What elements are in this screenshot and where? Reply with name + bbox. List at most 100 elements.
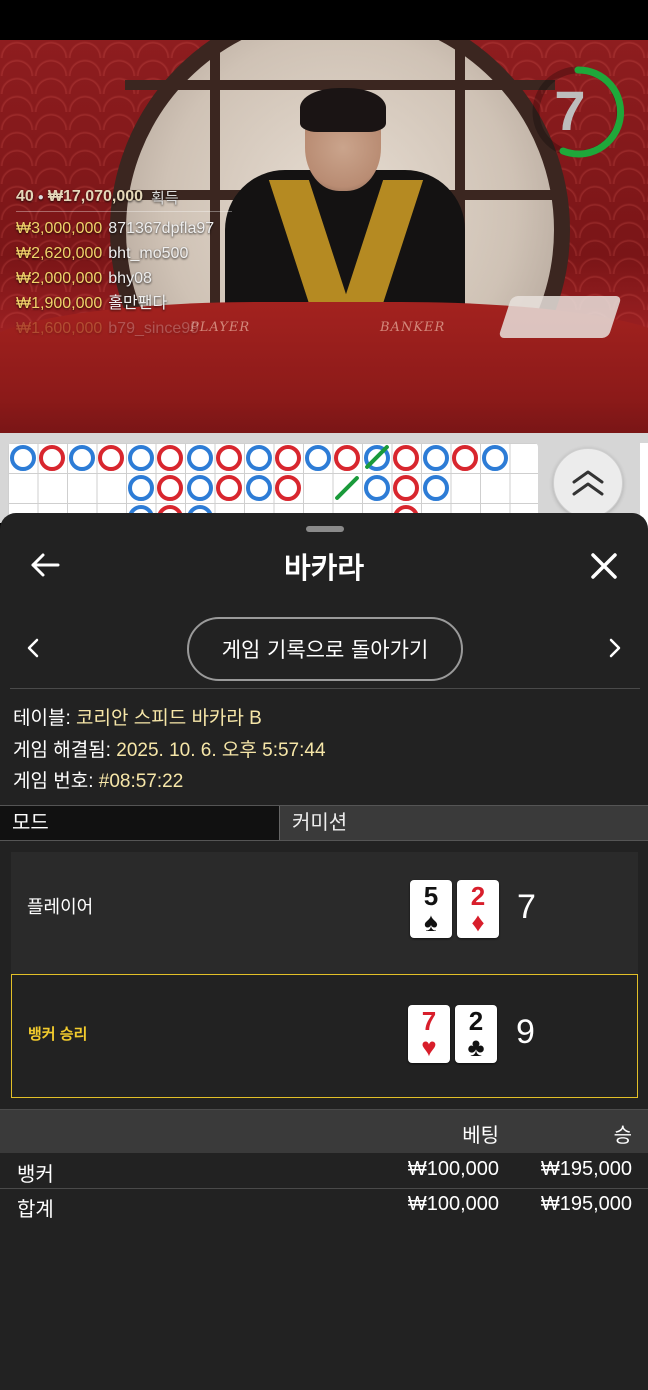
card-rank: 2 xyxy=(468,1006,484,1036)
chevron-right-icon xyxy=(609,638,621,658)
bead-banker xyxy=(275,475,301,501)
info-resolved-value: 2025. 10. 6. 오후 5:57:44 xyxy=(116,740,326,761)
spade-icon: ♠ xyxy=(424,907,438,937)
banker-hand: 뱅커 승리 7 ♥ 2 ♣ 9 xyxy=(11,974,638,1098)
card-rank: 2 xyxy=(470,881,486,911)
status-bar xyxy=(0,0,648,40)
winner-row: ₩1,900,000 홀만팬다 xyxy=(16,291,232,316)
next-game-button[interactable] xyxy=(602,633,628,663)
info-resolved-label: 게임 해결됨: xyxy=(13,740,111,761)
bead-player xyxy=(128,445,154,471)
bet-row-name: 뱅커 xyxy=(17,1164,54,1186)
scroll-up-button[interactable] xyxy=(553,448,623,518)
bead-banker xyxy=(216,475,242,501)
winner-row: ₩2,000,000 bhy08 xyxy=(16,266,232,291)
winners-total: ₩17,070,000 xyxy=(47,188,144,205)
card-shoe xyxy=(498,296,622,338)
playing-card: 7 ♥ xyxy=(408,1005,450,1063)
close-button[interactable] xyxy=(583,545,625,587)
bead-player xyxy=(246,445,272,471)
bead-player xyxy=(10,445,36,471)
previous-game-button[interactable] xyxy=(20,633,46,663)
sheet-title: 바카라 xyxy=(283,551,365,585)
bead-banker xyxy=(98,445,124,471)
winners-divider xyxy=(16,211,232,212)
bead-player xyxy=(187,445,213,471)
winners-overlay: 40 ● ₩17,070,000 획득 ₩3,000,000 871367dpfl… xyxy=(16,186,232,341)
winner-amount: ₩1,900,000 xyxy=(16,295,103,312)
card-rank: 5 xyxy=(423,881,439,911)
playing-card: 2 ♣ xyxy=(455,1005,497,1063)
playing-card: 5 ♠ xyxy=(410,880,452,938)
info-game-number: 게임 번호: #08:57:22 xyxy=(13,766,183,793)
bead-banker xyxy=(393,475,419,501)
tab-mode[interactable]: 모드 xyxy=(0,806,280,840)
info-table-label: 테이블: xyxy=(13,708,71,729)
winner-row: ₩3,000,000 871367dpfla97 xyxy=(16,216,232,241)
bet-row: 뱅커 ₩100,000 ₩195,000 xyxy=(0,1154,648,1188)
dealer-hair xyxy=(300,88,386,132)
info-table-value: 코리안 스피드 바카라 B xyxy=(76,708,262,729)
bets-header: 베팅 승 xyxy=(0,1109,648,1153)
winner-amount: ₩1,600,000 xyxy=(16,320,103,337)
bead-banker xyxy=(157,445,183,471)
winner-name: b79_since99 xyxy=(108,320,200,337)
bead-player xyxy=(69,445,95,471)
bet-total-bet: ₩100,000 xyxy=(407,1193,499,1215)
bead-player xyxy=(305,445,331,471)
bead-player xyxy=(423,475,449,501)
bet-row-win: ₩195,000 xyxy=(540,1158,632,1180)
sheet-drag-handle[interactable] xyxy=(306,526,344,532)
person-icon: ● xyxy=(37,191,44,203)
table-banker-label: BANKER xyxy=(380,320,446,335)
countdown-timer-value: 7 xyxy=(554,79,586,142)
bead-player xyxy=(128,475,154,501)
player-total: 7 xyxy=(517,888,536,926)
close-icon xyxy=(591,553,617,579)
info-game-number-label: 게임 번호: xyxy=(13,771,94,792)
bead-banker xyxy=(39,445,65,471)
bets-col-win: 승 xyxy=(613,1123,632,1147)
chevron-left-icon xyxy=(27,638,39,658)
winner-name: bht_mo500 xyxy=(108,245,189,262)
bet-row-bet: ₩100,000 xyxy=(407,1158,499,1180)
info-game-number-value: #08:57:22 xyxy=(98,771,184,792)
bet-total-row: 합계 ₩100,000 ₩195,000 xyxy=(0,1189,648,1223)
road-map xyxy=(0,433,648,543)
info-table: 테이블: 코리안 스피드 바카라 B xyxy=(13,703,262,730)
game-detail-sheet: 바카라 게임 기록으로 돌아가기 테이블: 코리안 스피드 바카라 B 게임 해… xyxy=(0,513,648,1390)
tab-commission[interactable]: 커미션 xyxy=(280,806,648,840)
bead-player xyxy=(423,445,449,471)
bead-banker xyxy=(452,445,478,471)
winner-row: ₩2,620,000 bht_mo500 xyxy=(16,241,232,266)
bead-banker xyxy=(157,475,183,501)
winner-amount: ₩2,000,000 xyxy=(16,270,103,287)
playing-card: 2 ♦ xyxy=(457,880,499,938)
double-chevron-up-icon xyxy=(572,470,604,496)
bead-player xyxy=(482,445,508,471)
winners-total-suffix: 획득 xyxy=(151,189,179,207)
bead-player xyxy=(246,475,272,501)
bead-player xyxy=(364,475,390,501)
detail-tabs: 모드 커미션 xyxy=(0,805,648,841)
tie-marker xyxy=(334,475,360,501)
winner-name: bhy08 xyxy=(108,270,152,287)
bet-total-name: 합계 xyxy=(17,1199,54,1221)
bead-banker xyxy=(393,445,419,471)
winners-summary: 40 ● ₩17,070,000 획득 xyxy=(16,186,232,208)
heart-icon: ♥ xyxy=(421,1032,437,1062)
banker-total: 9 xyxy=(516,1013,535,1051)
bets-col-bet: 베팅 xyxy=(462,1123,499,1147)
header-divider xyxy=(10,688,640,689)
bead-banker xyxy=(275,445,301,471)
winner-amount: ₩2,620,000 xyxy=(16,245,103,262)
diamond-icon: ♦ xyxy=(471,907,485,937)
winner-row: ₩1,600,000 b79_since99 xyxy=(16,316,232,341)
winner-name: 홀만팬다 xyxy=(108,295,168,312)
player-hand-label: 플레이어 xyxy=(27,897,94,917)
card-rank: 7 xyxy=(421,1006,437,1036)
banker-win-label: 뱅커 승리 xyxy=(28,1026,88,1043)
bead-banker xyxy=(216,445,242,471)
back-to-history-button[interactable]: 게임 기록으로 돌아가기 xyxy=(187,617,463,681)
player-hand: 플레이어 5 ♠ 2 ♦ 7 xyxy=(11,852,638,976)
